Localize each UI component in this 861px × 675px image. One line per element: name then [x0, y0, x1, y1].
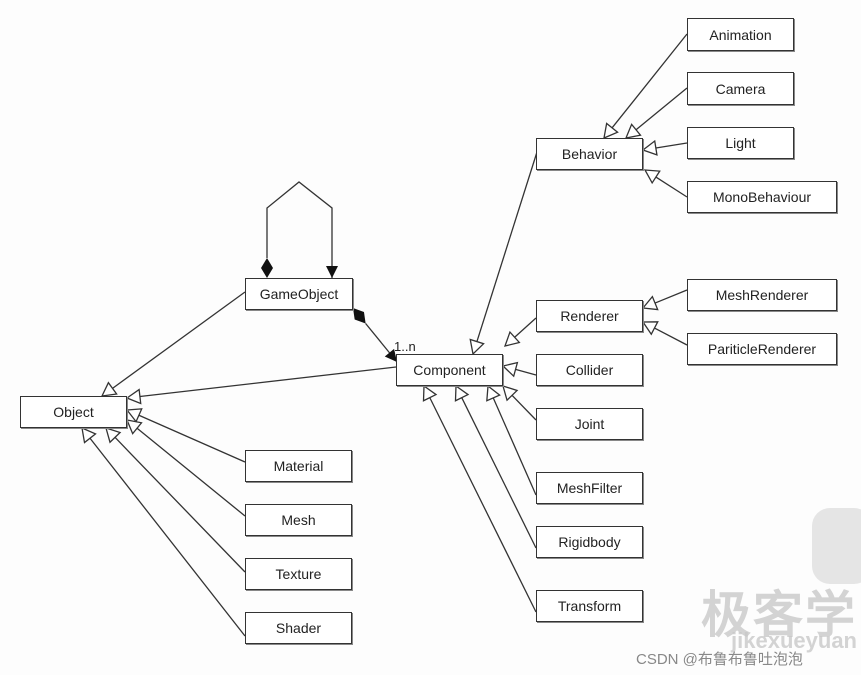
inheritance-line — [514, 317, 537, 338]
inheritance-line — [655, 142, 688, 149]
inheritance-line — [89, 437, 246, 637]
inheritance-arrow-icon — [469, 338, 485, 356]
inheritance-line — [635, 87, 688, 131]
class-component: Component — [396, 354, 503, 386]
class-rigidbody: Rigidbody — [536, 526, 643, 558]
class-meshfilter: MeshFilter — [536, 472, 643, 504]
inheritance-arrow-icon — [100, 381, 118, 397]
inheritance-arrow-icon — [643, 169, 661, 185]
class-object: Object — [20, 396, 127, 428]
inheritance-line — [429, 397, 537, 613]
inheritance-line — [611, 33, 688, 129]
association-arrow-icon — [326, 266, 338, 278]
inheritance-line — [655, 176, 688, 198]
self-composition-line — [266, 181, 333, 278]
class-light: Light — [687, 127, 794, 159]
inheritance-line — [654, 289, 688, 304]
inheritance-line — [511, 394, 537, 421]
inheritance-line — [476, 151, 538, 342]
inheritance-line — [654, 327, 688, 346]
watermark-credit: CSDN @布鲁布鲁吐泡泡 — [636, 651, 803, 668]
inheritance-arrow-icon — [81, 426, 97, 444]
inheritance-arrow-icon — [125, 388, 142, 405]
uml-class-diagram: Object GameObject Component Material Mes… — [0, 0, 861, 675]
inheritance-line — [515, 368, 537, 376]
inheritance-arrow-icon — [125, 408, 143, 423]
class-monobehaviour: MonoBehaviour — [687, 181, 837, 213]
inheritance-arrow-icon — [641, 139, 658, 156]
inheritance-line — [136, 427, 246, 517]
inheritance-arrow-icon — [125, 419, 143, 435]
class-transform: Transform — [536, 590, 643, 622]
inheritance-arrow-icon — [486, 384, 501, 402]
class-joint: Joint — [536, 408, 643, 440]
video-logo-icon — [812, 508, 861, 584]
inheritance-line — [138, 414, 246, 463]
class-texture: Texture — [245, 558, 352, 590]
class-material: Material — [245, 450, 352, 482]
class-mesh: Mesh — [245, 504, 352, 536]
class-collider: Collider — [536, 354, 643, 386]
inheritance-line — [114, 436, 246, 573]
class-gameobject: GameObject — [245, 278, 353, 310]
class-renderer: Renderer — [536, 300, 643, 332]
class-particlerenderer: PariticleRenderer — [687, 333, 837, 365]
multiplicity-label: 1..n — [394, 339, 416, 354]
self-composition-diamond-icon — [261, 258, 273, 278]
inheritance-line — [461, 397, 537, 549]
class-camera: Camera — [687, 72, 794, 105]
class-shader: Shader — [245, 612, 352, 644]
inheritance-arrow-icon — [501, 361, 519, 378]
class-behavior: Behavior — [536, 138, 643, 170]
inheritance-line — [139, 366, 397, 398]
inheritance-arrow-icon — [603, 122, 619, 140]
inheritance-arrow-icon — [641, 295, 659, 311]
inheritance-arrow-icon — [624, 123, 642, 139]
inheritance-line — [112, 291, 246, 389]
class-meshrenderer: MeshRenderer — [687, 279, 837, 311]
class-animation: Animation — [687, 18, 794, 51]
composition-diamond-icon — [353, 308, 366, 324]
